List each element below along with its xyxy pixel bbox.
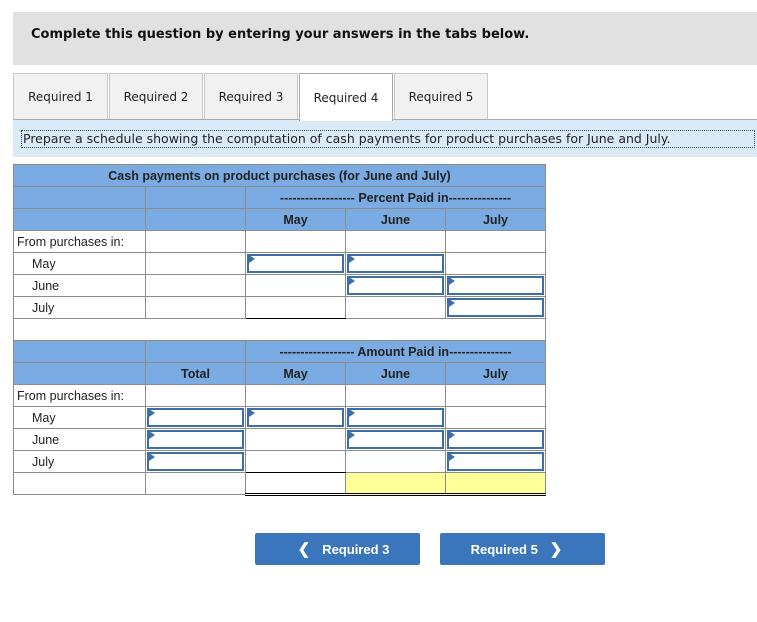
percent-may-paid-june-input[interactable]: [347, 254, 444, 273]
col-header-july: July: [445, 362, 546, 385]
table-row: June: [13, 428, 546, 451]
row-label-july: July: [13, 296, 146, 319]
from-purchases-label: From purchases in:: [13, 230, 146, 253]
chevron-left-icon: ❮: [297, 541, 311, 558]
tab-required-1[interactable]: Required 1: [13, 73, 108, 119]
percent-june-paid-july-input[interactable]: [447, 276, 544, 295]
col-header-june: June: [345, 362, 446, 385]
row-label-may: May: [13, 252, 146, 275]
percent-july-paid-july-input[interactable]: [447, 298, 544, 317]
prev-required-3-button[interactable]: ❮ Required 3: [255, 533, 420, 565]
row-label-july: July: [13, 450, 146, 473]
col-header-july: July: [445, 208, 546, 231]
from-purchases-label: From purchases in:: [13, 384, 146, 407]
spacer-row: [13, 318, 546, 341]
table-row: July: [13, 450, 546, 473]
totals-row: [13, 472, 546, 496]
tab-required-3[interactable]: Required 3: [204, 73, 298, 119]
amount-june-paid-june-input[interactable]: [347, 430, 444, 449]
banner-text: Complete this question by entering your …: [31, 27, 530, 42]
percent-june-paid-june-input[interactable]: [347, 276, 444, 295]
total-may-cell: [245, 472, 346, 496]
instruction-panel: Prepare a schedule showing the computati…: [13, 120, 757, 157]
instruction-text: Prepare a schedule showing the computati…: [21, 130, 755, 148]
col-header-total: Total: [145, 362, 246, 385]
row-label-may: May: [13, 406, 146, 429]
table-row: May: [13, 406, 546, 429]
amount-july-paid-july-input[interactable]: [447, 452, 544, 471]
percent-paid-header: ------------------ Percent Paid in------…: [245, 186, 546, 209]
table-row: June: [13, 274, 546, 297]
next-required-5-button[interactable]: Required 5 ❯: [440, 533, 605, 565]
percent-may-paid-may-input[interactable]: [247, 254, 344, 273]
row-label-june: June: [13, 274, 146, 297]
tab-required-4[interactable]: Required 4: [299, 73, 393, 121]
table-row: May: [13, 252, 546, 275]
instructions-banner: Complete this question by entering your …: [13, 12, 757, 65]
amount-june-total-input[interactable]: [147, 430, 244, 449]
prev-button-label: Required 3: [322, 541, 390, 557]
cash-payments-schedule: Cash payments on product purchases (for …: [13, 164, 546, 496]
total-june-cell: [345, 472, 446, 496]
table-row: July: [13, 296, 546, 319]
total-july-cell: [445, 472, 546, 496]
schedule-title: Cash payments on product purchases (for …: [13, 164, 546, 187]
col-header-june: June: [345, 208, 446, 231]
amount-may-paid-june-input[interactable]: [347, 408, 444, 427]
amount-may-total-input[interactable]: [147, 408, 244, 427]
row-label-june: June: [13, 428, 146, 451]
amount-june-paid-july-input[interactable]: [447, 430, 544, 449]
tab-required-2[interactable]: Required 2: [109, 73, 203, 119]
amount-may-paid-may-input[interactable]: [247, 408, 344, 427]
chevron-right-icon: ❯: [549, 541, 563, 558]
amount-paid-header: ------------------ Amount Paid in-------…: [245, 340, 546, 363]
amount-july-total-input[interactable]: [147, 452, 244, 471]
col-header-may: May: [245, 208, 346, 231]
col-header-may: May: [245, 362, 346, 385]
next-button-label: Required 5: [470, 541, 538, 557]
tab-required-5[interactable]: Required 5: [394, 73, 488, 119]
